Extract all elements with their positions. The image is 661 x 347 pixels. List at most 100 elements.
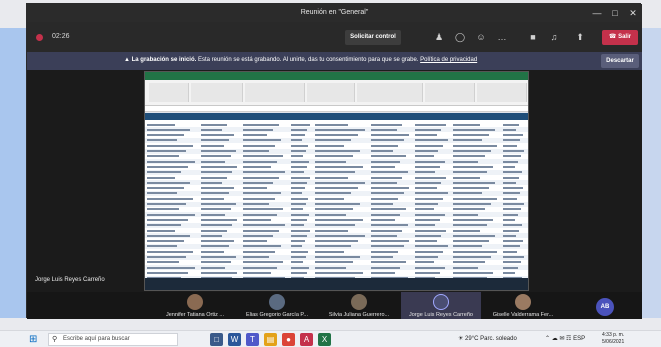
cell-text	[243, 250, 276, 253]
file-explorer-icon[interactable]: ▤	[264, 333, 277, 346]
cell-text	[453, 150, 491, 152]
people-icon[interactable]: ♟	[431, 29, 447, 45]
spreadsheet-row	[145, 175, 528, 180]
background-window-left	[0, 28, 26, 318]
reactions-icon[interactable]: ☺	[473, 29, 489, 45]
cell-text	[371, 197, 399, 200]
cell-text	[201, 171, 233, 174]
participant-tile-active[interactable]: Jorge Luis Reyes Carreño	[401, 292, 481, 319]
participant-tile[interactable]: Elias Gregorio García P...	[237, 292, 317, 319]
cell-text	[243, 192, 282, 195]
spreadsheet-row	[145, 127, 528, 133]
cell-text	[315, 187, 358, 190]
windows-start-icon[interactable]: ⊞	[29, 334, 40, 345]
teams-icon[interactable]: T	[246, 333, 259, 346]
cell-text	[243, 139, 282, 142]
cell-text	[291, 245, 302, 248]
cell-text	[315, 181, 365, 184]
cell-text	[453, 203, 491, 205]
cell-text	[315, 176, 349, 179]
cell-text	[201, 224, 233, 227]
cell-text	[503, 139, 521, 142]
cell-text	[453, 240, 489, 243]
cell-text	[201, 160, 226, 163]
task-view-icon[interactable]: □	[210, 333, 223, 346]
cell-text	[415, 176, 447, 179]
participant-tile[interactable]: Giselle Valderrama Fer...	[483, 292, 563, 319]
cell-text	[243, 208, 284, 211]
participant-tile[interactable]: Jennifer Tatiana Ortiz ...	[155, 292, 235, 319]
cell-text	[453, 176, 481, 179]
teams-meeting-window: Reunión en "General" — □ ✕ 02:26 Solicit…	[26, 3, 642, 319]
request-control-button[interactable]: Solicitar control	[345, 30, 401, 45]
participant-tile[interactable]: Silvia Juliana Guerrero...	[319, 292, 399, 319]
dismiss-button[interactable]: Descartar	[601, 54, 639, 68]
privacy-link[interactable]: Política de privacidad	[420, 57, 477, 63]
cell-text	[147, 181, 191, 184]
cell-text	[453, 256, 491, 258]
chat-icon[interactable]: ◯	[452, 29, 468, 45]
acrobat-icon[interactable]: A	[300, 333, 313, 346]
weather-widget[interactable]: ☀ 29°C Parc. soleado	[458, 335, 517, 342]
participant-name: Jennifer Tatiana Ortiz ...	[166, 312, 224, 318]
cell-text	[315, 208, 354, 211]
word-icon[interactable]: W	[228, 333, 241, 346]
leave-button[interactable]: ☎ Salir	[602, 30, 638, 45]
close-button[interactable]: ✕	[627, 7, 639, 19]
cell-text	[147, 134, 184, 137]
cell-text	[415, 128, 442, 131]
taskbar-clock[interactable]: 4:33 p. m. 5/06/2021	[602, 332, 624, 346]
language-indicator[interactable]: ESP	[573, 336, 585, 342]
cell-text	[503, 144, 518, 147]
cell-text	[147, 224, 182, 227]
cell-text	[503, 256, 525, 258]
cell-text	[201, 165, 238, 168]
cell-text	[147, 271, 189, 274]
cell-text	[315, 213, 346, 216]
camera-off-icon[interactable]: ■	[525, 29, 541, 45]
participant-name: Elias Gregorio García P...	[246, 312, 308, 318]
minimize-button[interactable]: —	[591, 7, 603, 19]
cell-text	[503, 240, 524, 243]
cell-text	[243, 171, 286, 174]
cell-text	[453, 128, 496, 131]
cell-text	[147, 128, 191, 131]
share-icon[interactable]: ⬆	[572, 29, 588, 45]
cell-text	[243, 240, 268, 243]
cell-text	[147, 197, 193, 200]
cell-text	[415, 181, 442, 184]
cell-text	[201, 261, 231, 264]
cell-text	[503, 197, 518, 200]
spreadsheet-row	[145, 180, 528, 186]
system-tray[interactable]: ⌃ ☁ ✉ ☶ ESP	[545, 335, 585, 342]
cell-text	[315, 240, 358, 243]
excel-icon[interactable]: X	[318, 333, 331, 346]
cell-text	[243, 155, 284, 158]
cell-text	[371, 213, 401, 216]
participant-name: Jorge Luis Reyes Carreño	[409, 312, 473, 318]
chrome-icon[interactable]: ●	[282, 333, 295, 346]
cell-text	[147, 176, 175, 179]
cell-text	[453, 160, 479, 163]
cell-text	[291, 176, 311, 179]
cell-text	[315, 224, 356, 227]
more-icon[interactable]: …	[494, 29, 510, 45]
excel-titlebar	[145, 72, 528, 80]
avatar	[187, 294, 203, 310]
initials-avatar[interactable]: AB	[596, 298, 614, 316]
taskbar-search-input[interactable]: ⚲ Escribe aquí para buscar	[48, 333, 178, 346]
cell-text	[243, 176, 280, 179]
window-titlebar: Reunión en "General" — □ ✕	[27, 4, 642, 22]
cell-text	[291, 271, 307, 274]
cell-text	[243, 123, 280, 126]
mic-off-icon[interactable]: ♫	[546, 29, 562, 45]
cell-text	[201, 150, 236, 152]
cell-text	[201, 266, 226, 269]
cell-text	[503, 250, 518, 253]
cell-text	[371, 218, 395, 221]
cell-text	[371, 208, 406, 211]
maximize-button[interactable]: □	[609, 7, 621, 19]
cell-text	[243, 150, 270, 152]
cell-text	[243, 203, 270, 205]
cell-text	[291, 123, 311, 126]
